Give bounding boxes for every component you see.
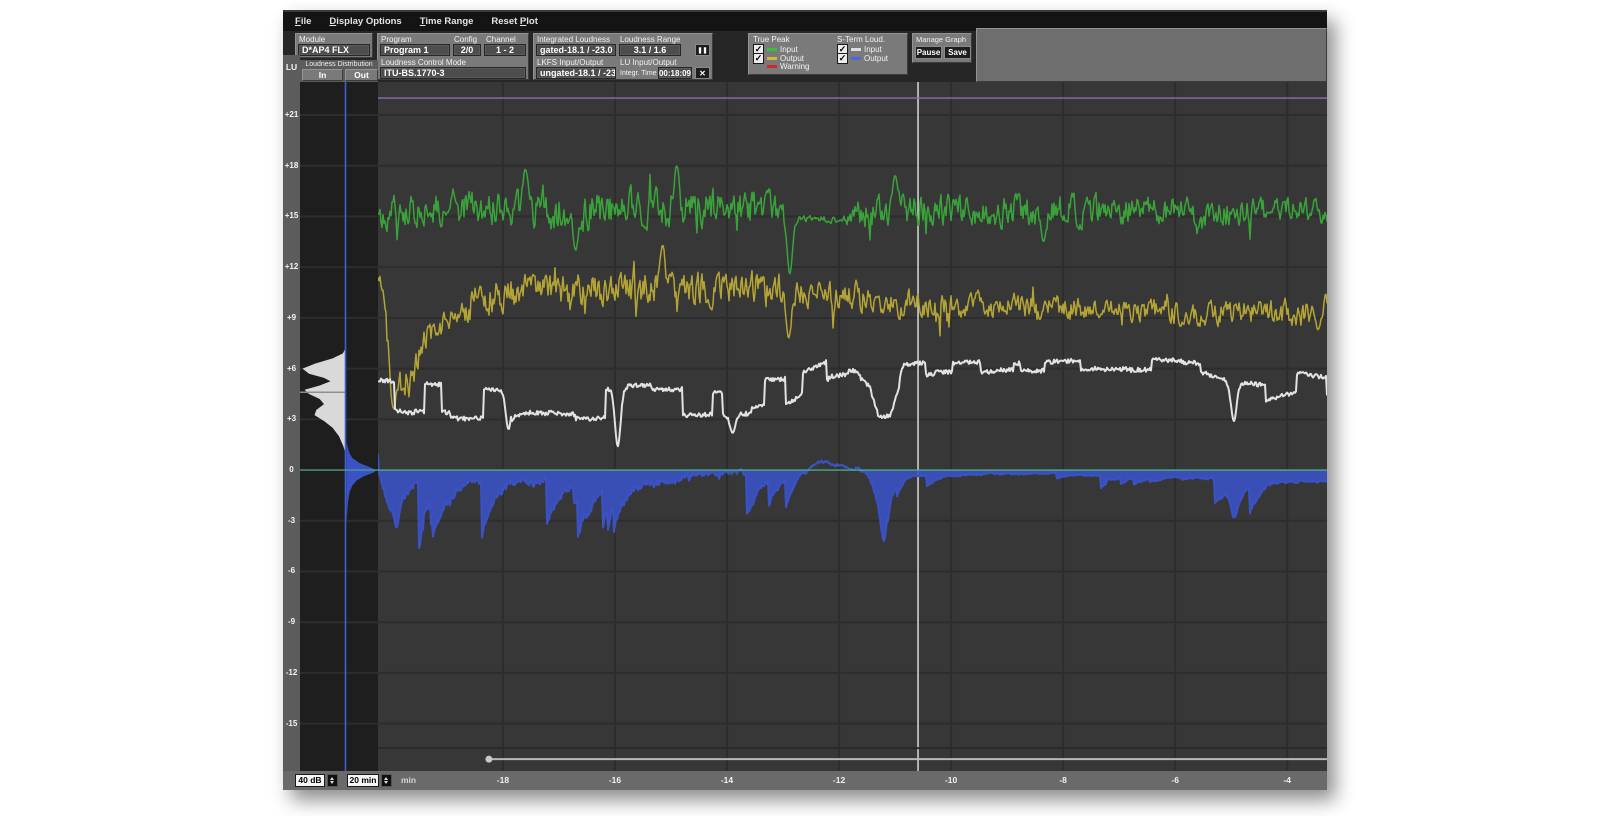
y-tick-label: -12 bbox=[283, 668, 300, 677]
time-range-select[interactable]: 20 min bbox=[347, 774, 379, 787]
x-tick-label: -18 bbox=[491, 775, 515, 785]
channel-value: 1 - 2 bbox=[484, 44, 526, 56]
s-term-output-label: Output bbox=[864, 54, 888, 63]
s-term-output-row: ✓ Output bbox=[837, 53, 888, 64]
loudness-range-value: 3.1 / 1.6 bbox=[619, 44, 681, 56]
integr-time-value: 00:18:09 bbox=[658, 67, 692, 79]
true-peak-warning-row: Warning bbox=[753, 62, 810, 71]
integrated-ungated-value: ungated-18.1 / -23.0 bbox=[536, 67, 616, 79]
loudness-distribution-header: Loudness Distribution In Out bbox=[300, 60, 378, 82]
true-peak-input-swatch-icon bbox=[767, 48, 777, 51]
config-value: 2/0 bbox=[453, 44, 481, 56]
menu-file[interactable]: File bbox=[295, 16, 311, 27]
integrated-loudness-panel: Integrated Loudness Loudness Range gated… bbox=[533, 33, 713, 80]
x-axis-unit-label: min bbox=[401, 775, 416, 785]
y-tick-label: +18 bbox=[283, 161, 300, 170]
integr-time-label: Integr. Time bbox=[620, 70, 657, 77]
s-term-output-checkbox[interactable]: ✓ bbox=[837, 53, 848, 64]
x-tick-label: -14 bbox=[715, 775, 739, 785]
x-axis-bar: 40 dB 20 min min -18 -16 -14 -12 -10 -8 -6 -4 bbox=[283, 771, 1327, 790]
x-tick-label: -8 bbox=[1051, 775, 1075, 785]
db-range-select[interactable]: 40 dB bbox=[295, 774, 325, 787]
true-peak-label: True Peak bbox=[753, 35, 790, 44]
plot-background bbox=[378, 82, 1327, 771]
loudness-plot[interactable] bbox=[378, 82, 1327, 771]
y-tick-label: -6 bbox=[283, 566, 300, 575]
save-button[interactable]: Save bbox=[944, 46, 971, 59]
loudness-distribution-label: Loudness Distribution bbox=[300, 61, 378, 68]
screenshot-stage: FileDisplay OptionsTime RangeReset Plot … bbox=[0, 0, 1616, 816]
x-tick-label: -4 bbox=[1275, 775, 1299, 785]
y-tick-label: +6 bbox=[283, 364, 300, 373]
y-tick-label: -9 bbox=[283, 617, 300, 626]
menu-time-range[interactable]: Time Range bbox=[420, 16, 474, 27]
integrated-loudness-label: Integrated Loudness bbox=[537, 35, 610, 44]
menu-display-options[interactable]: Display Options bbox=[329, 16, 401, 27]
integrated-gated-value: gated-18.1 / -23.0 bbox=[536, 44, 616, 56]
y-tick-label: +15 bbox=[283, 211, 300, 220]
x-tick-label: -10 bbox=[939, 775, 963, 785]
y-tick-label: -15 bbox=[283, 719, 300, 728]
time-range-spinner[interactable] bbox=[381, 774, 392, 787]
loudness-range-label: Loudness Range bbox=[620, 35, 681, 44]
true-peak-warning-label: Warning bbox=[780, 62, 810, 71]
toolbar-spacer-panel bbox=[976, 28, 1327, 82]
db-range-spinner[interactable] bbox=[327, 774, 338, 787]
channel-label: Channel bbox=[486, 35, 516, 44]
pause-button[interactable]: Pause bbox=[915, 46, 942, 59]
module-label: Module bbox=[299, 35, 325, 44]
lkfs-io-label: LKFS Input/Output bbox=[537, 58, 603, 67]
x-tick-label: -12 bbox=[827, 775, 851, 785]
legend-panel: True Peak S-Term Loud. ✓Input✓OutputWarn… bbox=[748, 33, 908, 75]
loudness-control-mode-value: ITU-BS.1770-3 bbox=[380, 67, 526, 79]
config-label: Config bbox=[454, 35, 477, 44]
true-peak-warning-swatch-icon bbox=[767, 65, 777, 68]
manage-graph-label: Manage Graph bbox=[916, 35, 966, 44]
program-panel: Program Config Channel Program 1 2/0 1 -… bbox=[377, 33, 529, 80]
module-panel: Module D*AP4 FLX bbox=[295, 33, 373, 58]
pause-icon-button[interactable]: ❚❚ bbox=[695, 44, 710, 56]
distribution-in-button[interactable]: In bbox=[302, 69, 343, 81]
loudness-logger-window: FileDisplay OptionsTime RangeReset Plot … bbox=[283, 10, 1327, 790]
x-tick-label: -6 bbox=[1163, 775, 1187, 785]
y-tick-label: 0 bbox=[283, 465, 300, 474]
y-axis-unit-label: LU bbox=[283, 62, 300, 72]
program-label: Program bbox=[381, 35, 412, 44]
program-value[interactable]: Program 1 bbox=[380, 44, 450, 56]
loudness-control-mode-label: Loudness Control Mode bbox=[381, 58, 466, 67]
menu-reset-plot[interactable]: Reset Plot bbox=[491, 16, 537, 27]
y-tick-label: +3 bbox=[283, 414, 300, 423]
toolbar: Module D*AP4 FLX Program Config Channel … bbox=[283, 31, 1327, 82]
x-tick-label: -16 bbox=[603, 775, 627, 785]
true-peak-output-swatch-icon bbox=[767, 57, 777, 60]
module-value: D*AP4 FLX bbox=[298, 44, 370, 56]
s-term-output-swatch-icon bbox=[851, 57, 861, 60]
y-tick-label: +12 bbox=[283, 262, 300, 271]
s-term-input-swatch-icon bbox=[851, 48, 861, 51]
y-tick-label: +9 bbox=[283, 313, 300, 322]
y-tick-label: -3 bbox=[283, 516, 300, 525]
close-icon-button[interactable]: ✕ bbox=[695, 67, 710, 79]
lu-io-label: LU Input/Output bbox=[620, 58, 676, 67]
loudness-distribution-chart bbox=[300, 82, 378, 771]
s-term-loud-label: S-Term Loud. bbox=[837, 35, 885, 44]
distribution-out-button[interactable]: Out bbox=[345, 69, 378, 81]
y-tick-label: +21 bbox=[283, 110, 300, 119]
scrollbar-handle-dot[interactable] bbox=[485, 756, 492, 763]
manage-graph-panel: Manage Graph Pause Save bbox=[912, 33, 972, 63]
